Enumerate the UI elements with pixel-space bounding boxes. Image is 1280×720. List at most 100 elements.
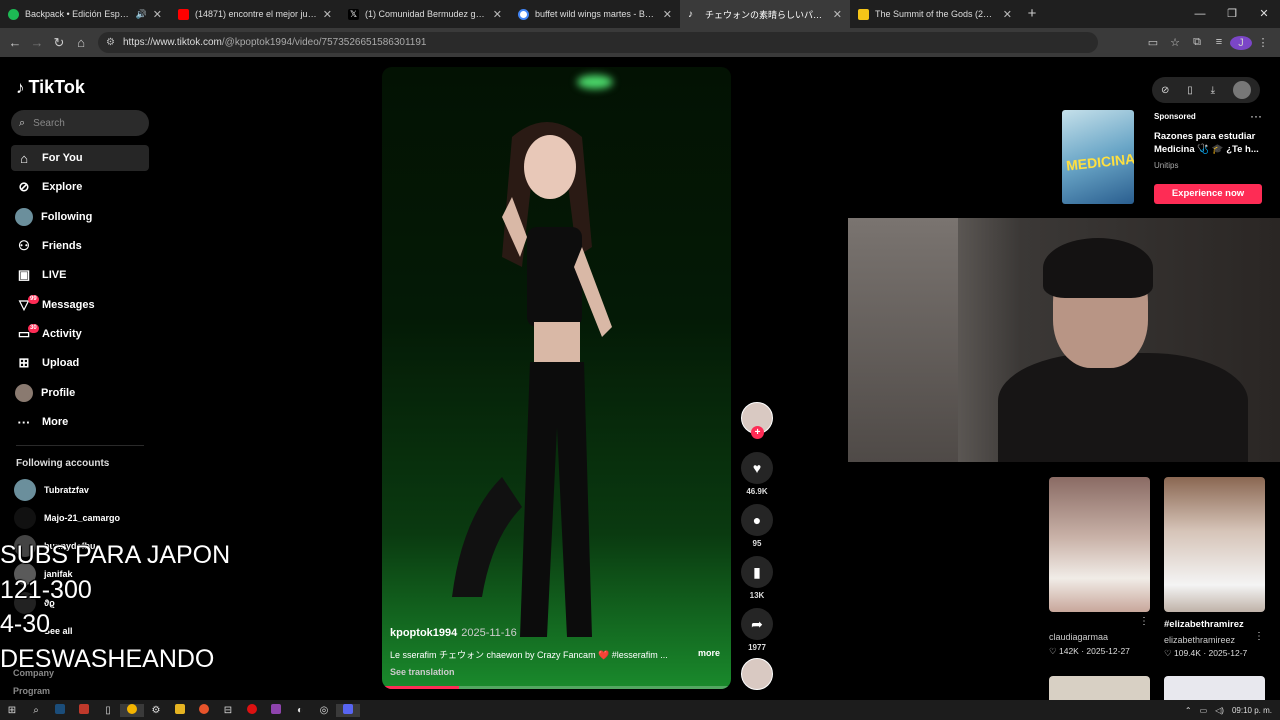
nav-more[interactable]: ··· More (11, 409, 149, 435)
nav-friends[interactable]: ⚇ Friends (11, 233, 149, 259)
search-icon[interactable]: ⌕ (24, 705, 48, 716)
steam-icon[interactable] (48, 703, 72, 717)
cast-icon[interactable]: ▭ (1142, 36, 1164, 50)
search-input[interactable]: ⌕ Search (11, 110, 149, 136)
close-tab-icon[interactable]: ✕ (833, 8, 842, 21)
webcam-overlay (848, 218, 1280, 462)
nav-profile[interactable]: Profile (11, 380, 149, 406)
close-tab-icon[interactable]: ✕ (1003, 8, 1012, 21)
nav-following[interactable]: Following (11, 204, 149, 230)
browser-tab-active[interactable]: ♪ チェウォンの素晴らしいパフォーマンス ✕ (680, 0, 850, 28)
recommended-video-thumbnail[interactable] (1049, 477, 1150, 612)
music-disc-avatar[interactable] (741, 658, 773, 690)
file-icon[interactable]: ▯ (96, 705, 120, 716)
browser-tab[interactable]: 𝕏 (1) Comunidad Bermudez gang ✕ (340, 0, 510, 28)
home-icon[interactable]: ⌂ (70, 35, 92, 50)
nav-live[interactable]: ▣ LIVE (11, 262, 149, 288)
nav-upload[interactable]: ⊞ Upload (11, 350, 149, 376)
footer-program[interactable]: Program (13, 686, 50, 696)
browser-actions: ▭ ☆ ⧉ ≡ J ⋮ (1142, 35, 1280, 50)
nav-for-you[interactable]: ⌂ For You (11, 145, 149, 171)
profile-icon[interactable]: J (1230, 35, 1252, 50)
share-button[interactable]: ➦ 1977 (741, 608, 773, 652)
discord-icon[interactable] (336, 703, 360, 717)
back-icon[interactable]: ← (4, 35, 26, 50)
user-avatar[interactable] (1233, 81, 1251, 99)
chrome-icon[interactable] (120, 703, 144, 717)
app-icon[interactable]: ◎ (312, 705, 336, 716)
speaker-icon[interactable]: 🔊 (136, 9, 147, 20)
close-tab-icon[interactable]: ✕ (323, 8, 332, 21)
forward-icon[interactable]: → (26, 35, 48, 50)
new-tab-button[interactable]: + (1020, 0, 1044, 28)
settings-icon[interactable]: ⚙ (144, 705, 168, 716)
extensions-icon[interactable]: ⧉ (1186, 36, 1208, 50)
close-tab-icon[interactable]: ✕ (663, 8, 672, 21)
browser-tab[interactable]: buffet wild wings martes - Busc ✕ (510, 0, 680, 28)
close-tab-icon[interactable]: ✕ (493, 8, 502, 21)
folder-icon[interactable] (168, 703, 192, 717)
recommended-user[interactable]: elizabethramireez (1164, 635, 1235, 645)
streamer-body (998, 353, 1248, 462)
like-button[interactable]: ♥ 46.9K (741, 452, 773, 496)
app-icon[interactable]: ◐ (288, 705, 312, 716)
device-icon[interactable]: ▯ (1187, 85, 1193, 96)
volume-icon[interactable]: ◁) (1215, 706, 1224, 715)
following-account[interactable]: Tubratzfav (14, 479, 89, 501)
compass-icon[interactable]: ⊘ (1161, 85, 1169, 96)
nav-label: Profile (41, 387, 76, 399)
follow-plus-icon[interactable]: + (751, 426, 764, 439)
video-username[interactable]: kpoptok1994 2025-11-16 (390, 627, 517, 639)
browser-tab[interactable]: Backpack • Edición Especial 🔊 ✕ (0, 0, 170, 28)
app-icon[interactable] (72, 703, 96, 717)
clock[interactable]: 09:10 p. m. (1232, 706, 1272, 715)
recommended-video-thumbnail[interactable] (1049, 676, 1150, 700)
video-player[interactable]: kpoptok1994 2025-11-16 Le sserafim チェウォン … (382, 67, 731, 689)
url-input[interactable]: ⚙ https://www.tiktok.com/@kpoptok1994/vi… (98, 32, 1098, 53)
username[interactable]: kpoptok1994 (390, 627, 457, 639)
download-icon[interactable]: ⤓ (1211, 85, 1215, 96)
nav-activity[interactable]: ▭ 30 Activity (11, 321, 149, 347)
app-icon[interactable] (192, 703, 216, 717)
app-icon[interactable] (240, 703, 264, 717)
minimize-icon[interactable]: — (1184, 0, 1216, 28)
menu-icon[interactable]: ⋮ (1252, 36, 1274, 50)
following-account[interactable]: Majo-21_camargo (14, 507, 120, 529)
card-more-icon[interactable]: ⋮ (1254, 631, 1264, 642)
recommended-title[interactable]: #elizabethramirez (1164, 619, 1244, 630)
app-icon[interactable] (264, 703, 288, 717)
address-bar-row: ← → ↻ ⌂ ⚙ https://www.tiktok.com/@kpopto… (0, 28, 1280, 57)
media-icon[interactable]: ≡ (1208, 36, 1230, 50)
ad-title[interactable]: Razones para estudiar Medicina 🩺 🎓 ¿Te h… (1154, 130, 1262, 156)
nav-explore[interactable]: ⊘ Explore (11, 174, 149, 200)
card-more-icon[interactable]: ⋮ (1139, 616, 1149, 627)
nav-messages[interactable]: ▽ 99 Messages (11, 292, 149, 318)
ad-thumbnail[interactable]: MEDICINA (1062, 110, 1134, 204)
network-icon[interactable]: ▭ (1200, 706, 1208, 715)
close-window-icon[interactable]: ✕ (1248, 0, 1280, 28)
recommended-video-thumbnail[interactable] (1164, 477, 1265, 612)
video-progress-bar[interactable] (382, 686, 731, 689)
windows-start-icon[interactable]: ⊞ (0, 705, 24, 716)
site-info-icon[interactable]: ⚙ (106, 37, 115, 48)
restore-icon[interactable]: ❐ (1216, 0, 1248, 28)
divider (16, 445, 144, 446)
browser-tab[interactable]: The Summit of the Gods (2021) ✕ (850, 0, 1020, 28)
comment-button[interactable]: ● 95 (741, 504, 773, 548)
save-button[interactable]: ▮ 13K (741, 556, 773, 600)
ad-more-icon[interactable]: ··· (1250, 109, 1262, 123)
bookmark-star-icon[interactable]: ☆ (1164, 36, 1186, 50)
experience-now-button[interactable]: Experience now (1154, 184, 1262, 204)
close-tab-icon[interactable]: ✕ (153, 8, 162, 21)
recommended-video-thumbnail[interactable] (1164, 676, 1265, 700)
activity-badge: 30 (28, 324, 39, 333)
tiktok-logo[interactable]: ♪ TikTok (16, 77, 85, 98)
avatar (14, 479, 36, 501)
see-translation-link[interactable]: See translation (390, 667, 455, 677)
reload-icon[interactable]: ↻ (48, 35, 70, 51)
chevron-up-icon[interactable]: ⌃ (1185, 706, 1192, 715)
app-icon[interactable]: ⊟ (216, 705, 240, 716)
caption-more-link[interactable]: more (698, 648, 720, 661)
recommended-user[interactable]: claudiagarmaa (1049, 632, 1108, 642)
browser-tab[interactable]: (14871) encontre el mejor juego ✕ (170, 0, 340, 28)
